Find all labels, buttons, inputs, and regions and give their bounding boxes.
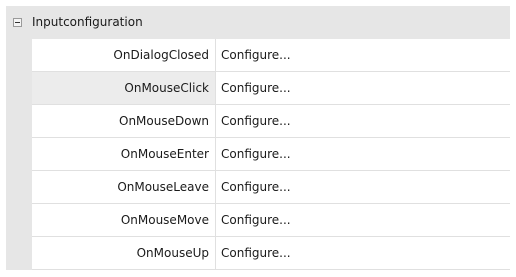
configure-link[interactable]: Configure... bbox=[221, 72, 291, 105]
property-name-cell[interactable]: OnMouseLeave bbox=[32, 171, 215, 204]
property-name: OnMouseClick bbox=[124, 81, 209, 95]
property-name-cell[interactable]: OnDialogClosed bbox=[32, 39, 215, 72]
property-name-cell[interactable]: OnMouseMove bbox=[32, 204, 215, 237]
row-gutter bbox=[6, 105, 32, 138]
property-value-cell[interactable]: Configure... bbox=[216, 204, 510, 237]
property-name-cell[interactable]: OnMouseEnter bbox=[32, 138, 215, 171]
category-label: Inputconfiguration bbox=[32, 15, 143, 29]
configure-link[interactable]: Configure... bbox=[221, 39, 291, 72]
property-value-cell[interactable]: Configure... bbox=[216, 39, 510, 72]
configure-link[interactable]: Configure... bbox=[221, 171, 291, 204]
property-name: OnDialogClosed bbox=[113, 48, 209, 62]
row-gutter bbox=[6, 171, 32, 204]
category-header-inputconfiguration[interactable]: Inputconfiguration bbox=[6, 6, 510, 39]
row-gutter bbox=[6, 39, 32, 72]
property-row-ondialogclosed[interactable]: OnDialogClosed Configure... bbox=[6, 39, 510, 72]
configure-link[interactable]: Configure... bbox=[221, 138, 291, 171]
property-name: OnMouseEnter bbox=[120, 147, 209, 161]
property-row-onmouseleave[interactable]: OnMouseLeave Configure... bbox=[6, 171, 510, 204]
row-gutter bbox=[6, 138, 32, 171]
configure-link[interactable]: Configure... bbox=[221, 105, 291, 138]
property-name: OnMouseUp bbox=[136, 246, 209, 260]
property-value-cell[interactable]: Configure... bbox=[216, 72, 510, 105]
property-value-cell[interactable]: Configure... bbox=[216, 171, 510, 204]
collapse-minus-icon[interactable] bbox=[13, 18, 22, 27]
property-row-onmouseclick[interactable]: OnMouseClick Configure... bbox=[6, 72, 510, 105]
configure-link[interactable]: Configure... bbox=[221, 204, 291, 237]
property-value-cell[interactable]: Configure... bbox=[216, 105, 510, 138]
property-row-onmousedown[interactable]: OnMouseDown Configure... bbox=[6, 105, 510, 138]
property-row-onmouseenter[interactable]: OnMouseEnter Configure... bbox=[6, 138, 510, 171]
property-name-cell[interactable]: OnMouseUp bbox=[32, 237, 215, 270]
property-row-onmousemove[interactable]: OnMouseMove Configure... bbox=[6, 204, 510, 237]
property-row-onmouseup[interactable]: OnMouseUp Configure... bbox=[6, 237, 510, 270]
property-value-cell[interactable]: Configure... bbox=[216, 138, 510, 171]
property-name-cell[interactable]: OnMouseClick bbox=[32, 72, 215, 105]
property-name-cell[interactable]: OnMouseDown bbox=[32, 105, 215, 138]
row-gutter bbox=[6, 204, 32, 237]
row-gutter bbox=[6, 72, 32, 105]
property-name: OnMouseDown bbox=[119, 114, 209, 128]
configure-link[interactable]: Configure... bbox=[221, 237, 291, 270]
property-value-cell[interactable]: Configure... bbox=[216, 237, 510, 270]
row-gutter bbox=[6, 237, 32, 270]
property-name: OnMouseLeave bbox=[117, 180, 209, 194]
property-name: OnMouseMove bbox=[120, 213, 209, 227]
property-grid: Inputconfiguration OnDialogClosed Config… bbox=[6, 6, 510, 272]
